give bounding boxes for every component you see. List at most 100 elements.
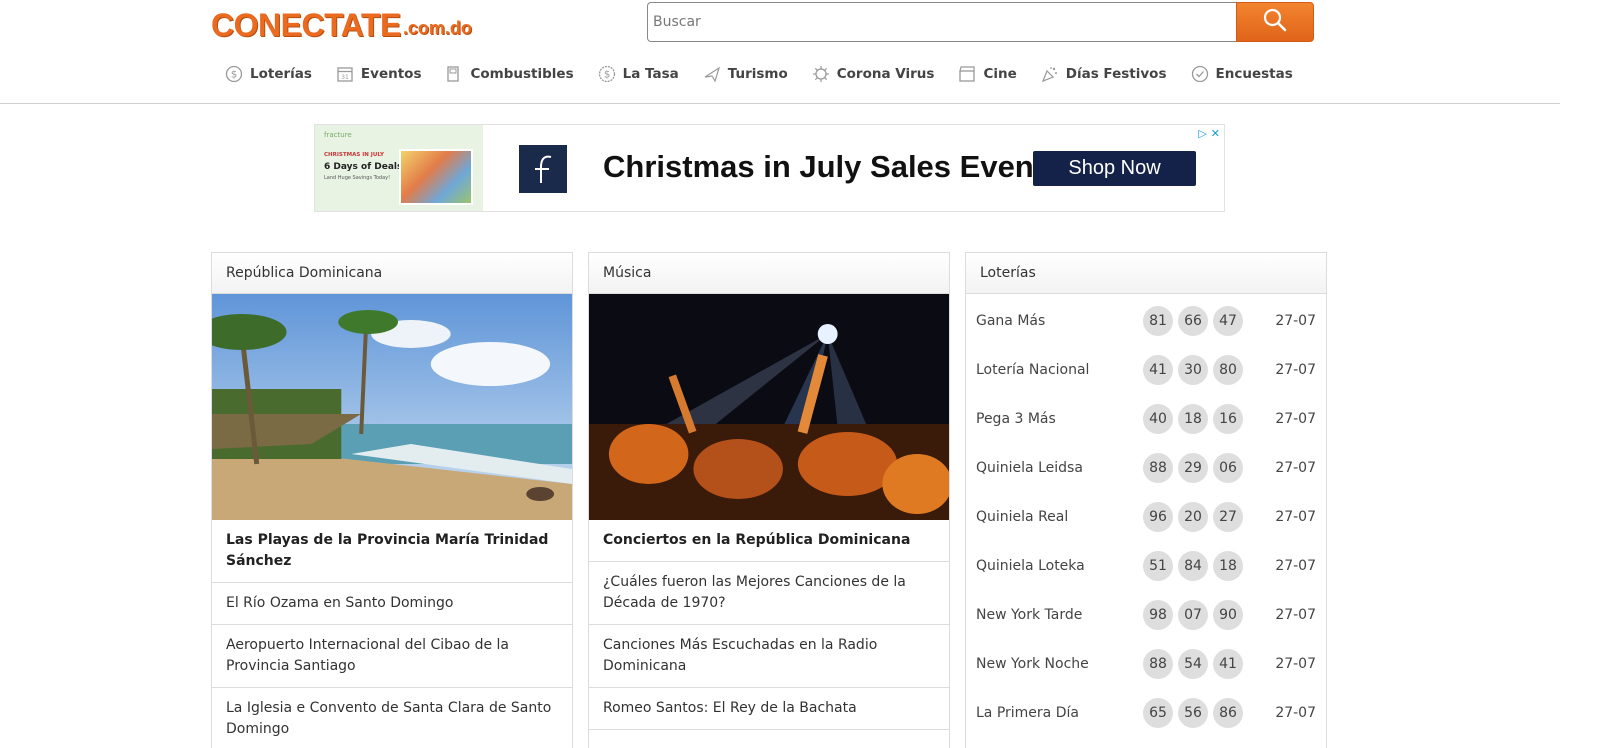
nav-item-turismo[interactable]: Turismo	[703, 65, 788, 83]
lottery-ball: 06	[1213, 452, 1243, 483]
lottery-name[interactable]: Quiniela Loteka	[976, 558, 1143, 574]
lottery-name[interactable]: New York Noche	[976, 656, 1143, 672]
lottery-ball: 84	[1178, 550, 1208, 581]
nav-label: Cine	[983, 66, 1017, 82]
nav-item-encuestas[interactable]: Encuestas	[1191, 65, 1293, 83]
lottery-ball: 65	[1143, 697, 1173, 728]
ad-thumb-line1: CHRISTMAS IN JULY	[324, 152, 384, 158]
nav-item-la-tasa[interactable]: $ La Tasa	[598, 65, 679, 83]
nav-label: Turismo	[727, 66, 788, 82]
panel-title: República Dominicana	[212, 253, 572, 294]
panel-republica-dominicana: República Dominicana Las Playas de la Pr…	[211, 252, 573, 748]
ad-banner[interactable]: fracture CHRISTMAS IN JULY 6 Days of Dea…	[314, 124, 1225, 212]
nav-item-corona-virus[interactable]: Corona Virus	[812, 65, 935, 83]
lottery-date: 27-07	[1275, 606, 1316, 623]
lottery-date: 27-07	[1275, 655, 1316, 672]
story-link[interactable]: Canciones Más Escuchadas en la Radio Dom…	[589, 625, 949, 688]
lottery-ball: 18	[1178, 403, 1208, 434]
lottery-date: 27-07	[1275, 361, 1316, 378]
lottery-ball: 47	[1213, 305, 1243, 336]
lottery-name[interactable]: Lotería Nacional	[976, 362, 1143, 378]
dollar-icon: $	[598, 65, 616, 83]
ad-thumb-line3: Land Huge Savings Today!	[324, 175, 391, 181]
nav-item-cine[interactable]: Cine	[958, 65, 1017, 83]
ad-headline: Christmas in July Sales Event	[603, 149, 1045, 184]
ad-thumbnail: fracture CHRISTMAS IN JULY 6 Days of Dea…	[315, 125, 483, 211]
fuel-icon	[445, 65, 463, 83]
lottery-name[interactable]: Gana Más	[976, 313, 1143, 329]
lottery-date: 27-07	[1275, 508, 1316, 525]
lottery-ball: 41	[1143, 354, 1173, 385]
lottery-ball: 30	[1178, 354, 1208, 385]
lottery-ball: 66	[1178, 305, 1208, 336]
story-link[interactable]: Romeo Santos: El Rey de la Bachata	[589, 688, 949, 730]
beach-image[interactable]	[212, 294, 572, 520]
nav-label: Corona Virus	[836, 66, 935, 82]
lottery-name[interactable]: New York Tarde	[976, 607, 1143, 623]
ad-thumb-photo	[399, 149, 473, 205]
search-button[interactable]	[1236, 2, 1314, 42]
nav-label: Loterías	[250, 66, 312, 82]
coin-icon: $	[225, 65, 243, 83]
lottery-date: 27-07	[1275, 704, 1316, 721]
party-icon	[1041, 65, 1059, 83]
story-link[interactable]: La Iglesia e Convento de Santa Clara de …	[212, 688, 572, 748]
lottery-date: 27-07	[1275, 557, 1316, 574]
lottery-name[interactable]: Pega 3 Más	[976, 411, 1143, 427]
airplane-icon	[703, 65, 721, 83]
lottery-date: 27-07	[1275, 459, 1316, 476]
lottery-ball: 40	[1143, 403, 1173, 434]
ad-choices[interactable]: ▷ ✕	[1198, 127, 1220, 140]
lottery-ball: 88	[1143, 648, 1173, 679]
lottery-ball: 07	[1178, 599, 1208, 630]
nav-item-combustibles[interactable]: Combustibles	[445, 65, 574, 83]
lottery-row: Quiniela Leidsa 88 29 06 27-07	[966, 443, 1326, 492]
nav-label: Días Festivos	[1065, 66, 1167, 82]
concert-image[interactable]	[589, 294, 949, 520]
nav-item-eventos[interactable]: 31 Eventos	[336, 65, 422, 83]
ad-shop-now-button[interactable]: Shop Now	[1033, 151, 1196, 186]
story-link[interactable]: Conciertos en la República Dominicana	[589, 520, 949, 562]
lottery-row: Quiniela Real 96 20 27 27-07	[966, 492, 1326, 541]
lottery-numbers: 81 66 47	[1143, 305, 1243, 336]
logo-tld-text: .com.do	[402, 18, 472, 38]
search-input[interactable]	[647, 2, 1236, 42]
nav-label: Eventos	[360, 66, 422, 82]
calendar-icon: 31	[336, 65, 354, 83]
story-link[interactable]: Las Playas de la Provincia María Trinida…	[212, 520, 572, 583]
lottery-numbers: 98 07 90	[1143, 599, 1243, 630]
story-link[interactable]: ¿Cuáles fueron las Mejores Canciones de …	[589, 562, 949, 625]
nav-label: La Tasa	[622, 66, 679, 82]
lottery-row: New York Noche 88 54 41 27-07	[966, 639, 1326, 688]
check-circle-icon	[1191, 65, 1209, 83]
nav-item-loterias[interactable]: $ Loterías	[225, 65, 312, 83]
main-nav: $ Loterías 31 Eventos Combustibles $ La …	[225, 62, 1317, 86]
lottery-name[interactable]: Quiniela Real	[976, 509, 1143, 525]
ad-thumb-line2: 6 Days of Deals	[324, 162, 403, 172]
lottery-ball: 81	[1143, 305, 1173, 336]
adchoices-icon[interactable]: ▷	[1198, 127, 1206, 140]
close-icon[interactable]: ✕	[1211, 127, 1220, 140]
lottery-name[interactable]: Quiniela Leidsa	[976, 460, 1143, 476]
lottery-row: Gana Más 81 66 47 27-07	[966, 296, 1326, 345]
lottery-ball: 90	[1213, 599, 1243, 630]
svg-text:$: $	[231, 70, 237, 81]
lottery-row: Lotería Nacional 41 30 80 27-07	[966, 345, 1326, 394]
lottery-ball: 29	[1178, 452, 1208, 483]
story-link[interactable]: Aeropuerto Internacional del Cibao de la…	[212, 625, 572, 688]
virus-icon	[812, 65, 830, 83]
lottery-ball: 56	[1178, 697, 1208, 728]
lottery-numbers: 88 29 06	[1143, 452, 1243, 483]
nav-item-dias-festivos[interactable]: Días Festivos	[1041, 65, 1167, 83]
lottery-ball: 16	[1213, 403, 1243, 434]
story-link[interactable]: El Río Ozama en Santo Domingo	[212, 583, 572, 625]
svg-text:$: $	[603, 70, 609, 81]
lottery-row: New York Tarde 98 07 90 27-07	[966, 590, 1326, 639]
ad-brand-logo	[519, 145, 567, 193]
film-icon	[958, 65, 976, 83]
panel-title: Música	[589, 253, 949, 294]
panel-title: Loterías	[966, 253, 1326, 294]
site-logo[interactable]: CONECTATE .com.do	[211, 3, 472, 43]
lottery-name[interactable]: La Primera Día	[976, 705, 1143, 721]
lottery-numbers: 65 56 86	[1143, 697, 1243, 728]
